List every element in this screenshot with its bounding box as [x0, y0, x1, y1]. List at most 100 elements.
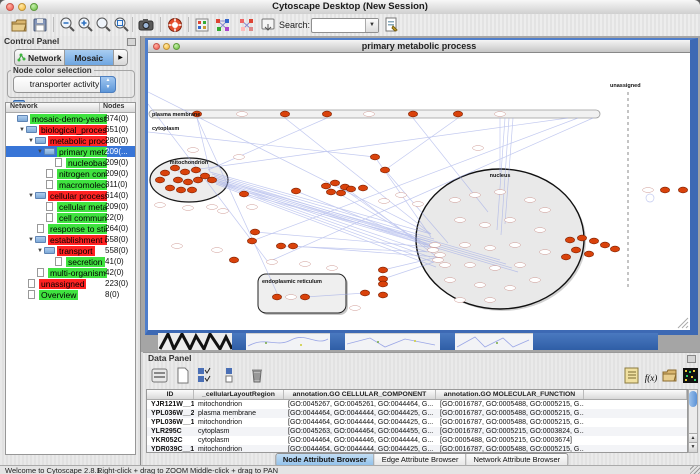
tree-row[interactable]: multi-organism pro42(0)	[6, 267, 135, 278]
network-node-label[interactable]	[480, 223, 491, 228]
network-node[interactable]	[288, 243, 297, 249]
zoom-selected-region-button[interactable]	[94, 16, 112, 34]
network-node-label[interactable]	[535, 228, 546, 233]
network-node-label[interactable]	[540, 208, 551, 213]
network-node[interactable]	[229, 257, 238, 263]
unselect-attributes-button[interactable]	[222, 367, 242, 386]
tab-network[interactable]: Network	[15, 50, 65, 65]
table-row[interactable]: YPL036W__2plasma membrane[GO:0044464, GO…	[147, 409, 687, 418]
save-session-button[interactable]	[31, 16, 49, 34]
network-node-label[interactable]	[495, 190, 506, 195]
network-node-label[interactable]	[465, 263, 476, 268]
network-node-label[interactable]	[435, 253, 446, 258]
tree-row[interactable]: ▼establishment of lo558(0)	[6, 234, 135, 245]
network-node[interactable]	[378, 281, 387, 287]
window-resize-grip[interactable]	[690, 466, 700, 474]
network-node-label[interactable]	[495, 112, 506, 117]
tree-row[interactable]: unassigned223(0)	[6, 278, 135, 289]
network-node[interactable]	[358, 185, 367, 191]
tree-row[interactable]: ▼primary metabo209(...	[6, 146, 135, 157]
network-node[interactable]	[322, 111, 331, 117]
network-node[interactable]	[247, 238, 256, 244]
tab-mosaic[interactable]: Mosaic	[65, 50, 115, 65]
tab-overflow-arrow[interactable]: ▶	[114, 50, 127, 65]
network-node[interactable]	[280, 111, 289, 117]
expander-icon[interactable]: ▼	[36, 248, 44, 254]
new-attribute-button[interactable]	[173, 367, 193, 386]
network-node[interactable]	[180, 169, 189, 175]
tree-row[interactable]: secretion41(0)	[6, 256, 135, 267]
column-go-molecular-function[interactable]: annotation.GO MOLECULAR_FUNCTION	[436, 390, 584, 399]
node-color-dropdown[interactable]: transporter activity ▲▼	[13, 76, 116, 93]
network-node-label[interactable]	[505, 218, 516, 223]
import-attributes-button[interactable]	[660, 367, 680, 386]
network-node-label[interactable]	[510, 243, 521, 248]
network-node-label[interactable]	[455, 218, 466, 223]
network-node[interactable]	[183, 179, 192, 185]
network-node-label[interactable]	[433, 258, 444, 263]
window-titlebar[interactable]: Cytoscape Desktop (New Session)	[0, 0, 700, 15]
float-panel-icon[interactable]	[687, 355, 696, 363]
table-row[interactable]: YDR039C__1mitochondrion[GO:0044464, GO:0…	[147, 445, 687, 453]
tree-row[interactable]: cellular metabol209(0)	[6, 201, 135, 212]
dropdown-stepper-icon[interactable]: ▲▼	[100, 76, 116, 93]
network-node[interactable]	[191, 167, 200, 173]
expander-icon[interactable]: ▼	[18, 127, 26, 133]
network-node-label[interactable]	[475, 283, 486, 288]
help-ring-button[interactable]	[166, 16, 184, 34]
tree-row[interactable]: Overview8(0)	[6, 289, 135, 300]
network-node[interactable]	[330, 180, 339, 186]
network-node[interactable]	[360, 290, 369, 296]
network-node-label[interactable]	[172, 244, 183, 249]
network-node-label[interactable]	[485, 246, 496, 251]
network-node-label[interactable]	[350, 306, 361, 311]
expander-icon[interactable]: ▼	[27, 237, 35, 243]
network-node[interactable]	[584, 251, 593, 257]
network-node[interactable]	[155, 177, 164, 183]
network-node[interactable]	[336, 190, 345, 196]
network-node[interactable]	[346, 186, 355, 192]
search-box[interactable]: ▼	[311, 18, 379, 33]
network-node[interactable]	[239, 191, 248, 197]
table-row[interactable]: YKR052Ccytoplasm[GO:0044464, GO:0044446,…	[147, 436, 687, 445]
network-node-label[interactable]	[490, 266, 501, 271]
zoom-fit-button[interactable]	[112, 16, 130, 34]
select-attributes-button[interactable]	[197, 367, 217, 386]
network-node-label[interactable]	[413, 202, 424, 207]
network-node-label[interactable]	[470, 193, 481, 198]
network-node-label[interactable]	[183, 206, 194, 211]
network-node[interactable]	[173, 177, 182, 183]
scroll-down-arrow[interactable]: ▼	[689, 442, 697, 452]
network-node-label[interactable]	[485, 298, 496, 303]
export-image-button[interactable]	[137, 16, 155, 34]
tree-row[interactable]: macromolecule311(0)	[6, 179, 135, 190]
matrix-view-button[interactable]	[680, 367, 700, 386]
network-node[interactable]	[660, 187, 669, 193]
network-node[interactable]	[678, 187, 687, 193]
network-view-titlebar[interactable]: primary metabolic process	[148, 40, 690, 53]
table-row[interactable]: YPL036W__1mitochondrion[GO:0044464, GO:0…	[147, 418, 687, 427]
annotation-button[interactable]	[259, 16, 277, 34]
network-node[interactable]	[291, 188, 300, 194]
zoom-out-button[interactable]	[58, 16, 76, 34]
network-node-label[interactable]	[396, 193, 407, 198]
network-node-label[interactable]	[212, 248, 223, 253]
network-node[interactable]	[160, 170, 169, 176]
canvas-resize-grip[interactable]	[678, 318, 688, 328]
tree-row[interactable]: ▼biological_process651(0)	[6, 124, 135, 135]
network-node[interactable]	[250, 229, 259, 235]
network-view-frame[interactable]: primary metabolic process plasma membran…	[145, 38, 698, 335]
column-id[interactable]: ID	[147, 390, 194, 399]
network-canvas[interactable]: plasma membranecytoplasmmitochondrionnuc…	[148, 53, 690, 330]
network-node[interactable]	[187, 187, 196, 193]
network-node-label[interactable]	[530, 278, 541, 283]
network-node[interactable]	[176, 187, 185, 193]
network-node-label[interactable]	[247, 205, 258, 210]
network-node-label[interactable]	[267, 260, 278, 265]
select-all-attributes-button[interactable]	[150, 367, 170, 386]
table-row[interactable]: YJR121W__1mitochondrion[GO:0045267, GO:0…	[147, 400, 687, 409]
network-node-label[interactable]	[505, 286, 516, 291]
network-node-label[interactable]	[455, 298, 466, 303]
network-node-label[interactable]	[379, 199, 390, 204]
tree-row[interactable]: ▼transport558(0)	[6, 245, 135, 256]
